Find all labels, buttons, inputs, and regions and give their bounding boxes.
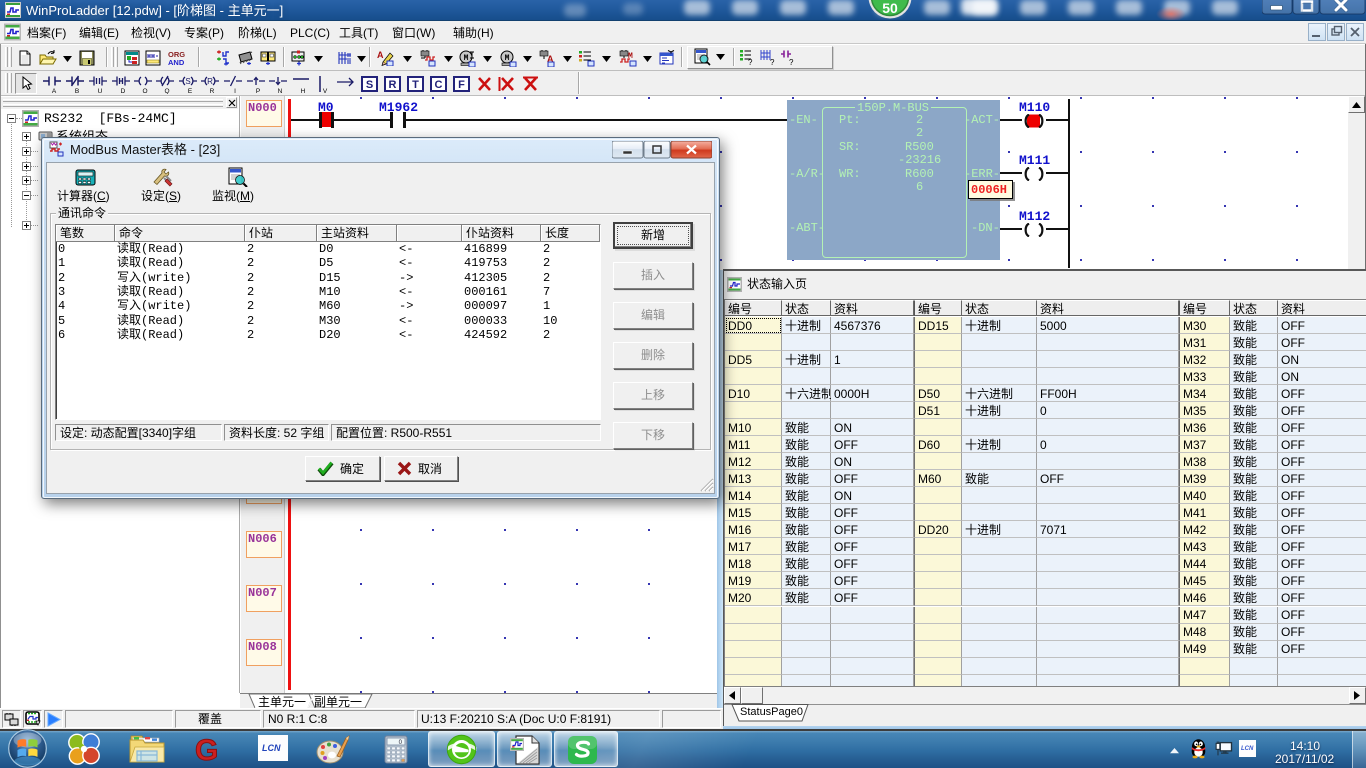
svg-text:R: R [210,88,215,94]
svg-text:M: M [628,52,633,61]
svg-text:V: V [323,88,328,94]
svg-text:O: O [142,88,147,94]
svg-text:F: F [458,79,465,91]
svg-text:E: E [188,88,193,94]
svg-text:A: A [377,50,384,60]
svg-text:Q: Q [164,88,169,94]
svg-text:G: G [195,735,218,763]
svg-text:50: 50 [882,0,898,16]
svg-text:A: A [52,88,57,94]
svg-text:N: N [278,88,283,94]
svg-text:U: U [98,88,103,94]
svg-text:P: P [256,88,260,94]
svg-text:C: C [435,79,443,91]
svg-text:AND: AND [168,58,185,66]
svg-text:T: T [412,79,419,91]
svg-text:?: ? [789,58,794,66]
svg-text:S: S [366,79,373,91]
svg-text:M: M [505,54,510,63]
svg-text:S: S [185,77,190,86]
svg-text:?: ? [770,58,775,66]
svg-text:?: ? [748,58,753,66]
svg-text:H: H [301,88,306,94]
svg-text:M: M [464,54,469,63]
svg-text:B: B [75,88,79,94]
svg-text:I: I [234,88,236,94]
svg-text:R: R [389,79,397,91]
svg-text:D: D [121,88,126,94]
svg-text:R: R [207,77,213,86]
